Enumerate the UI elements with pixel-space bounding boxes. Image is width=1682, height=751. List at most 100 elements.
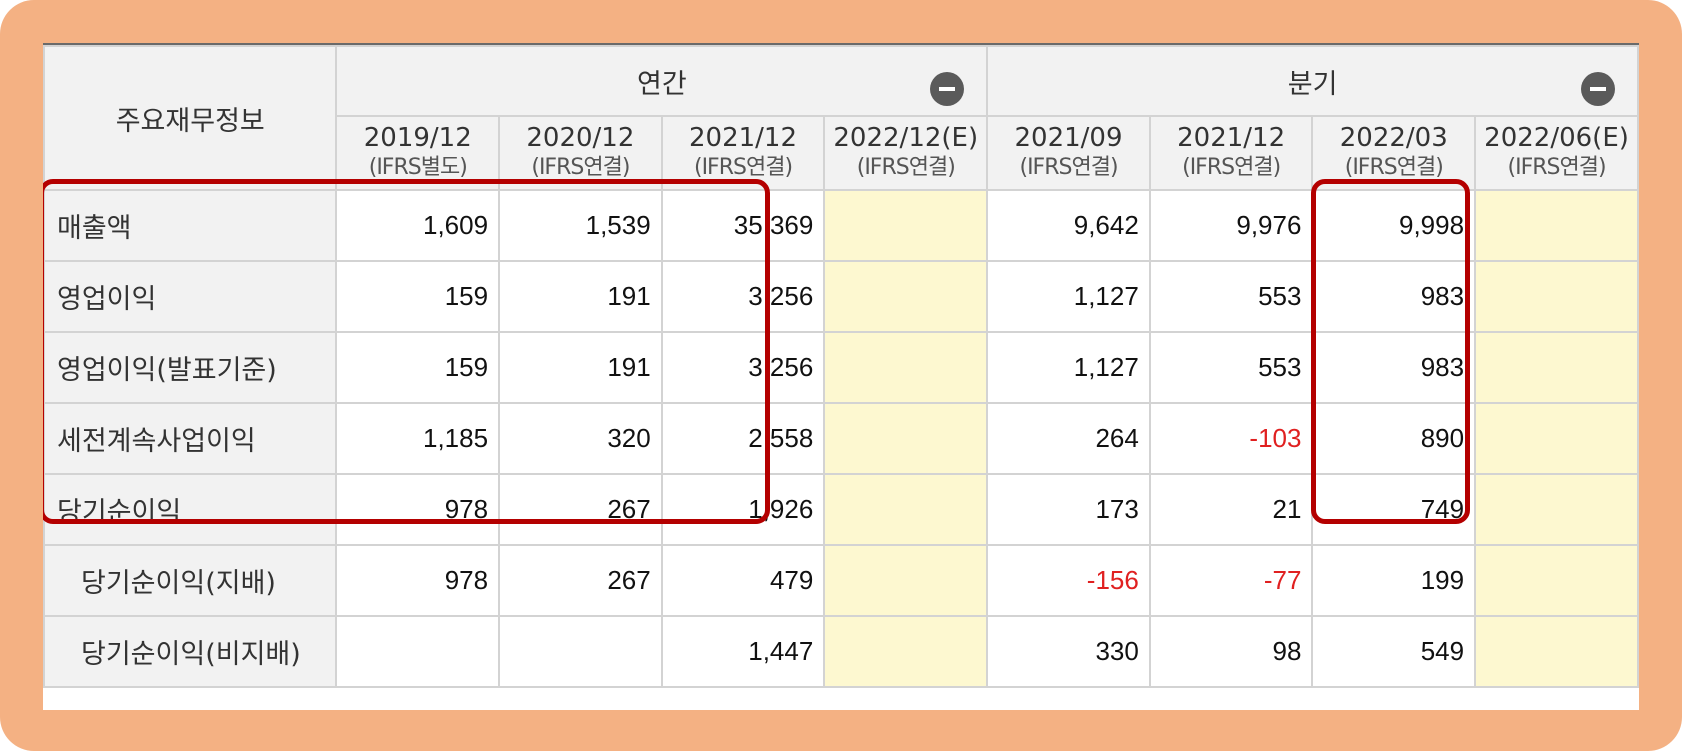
group-label: 연간 bbox=[636, 68, 687, 100]
value-cell bbox=[823, 544, 989, 617]
period-date: 2019/12 bbox=[363, 123, 472, 153]
value-cell bbox=[1474, 260, 1639, 333]
value-cell bbox=[1474, 331, 1639, 404]
period-header: 2021/12 (IFRS연결) bbox=[660, 115, 826, 191]
period-header: 2021/12 (IFRS연결) bbox=[1148, 115, 1314, 191]
value-cell bbox=[823, 615, 989, 688]
period-date: 2021/09 bbox=[1014, 123, 1123, 153]
value-cell: 9,998 bbox=[1311, 189, 1477, 262]
value-cell: -77 bbox=[1148, 544, 1314, 617]
period-header: 2022/06(E) (IFRS연결) bbox=[1474, 115, 1639, 191]
value-cell: 9,642 bbox=[986, 189, 1151, 262]
period-basis: (IFRS별도) bbox=[368, 155, 468, 180]
value-cell bbox=[1474, 402, 1639, 475]
row-label: 매출액 bbox=[43, 189, 338, 262]
value-cell: 553 bbox=[1148, 260, 1314, 333]
value-cell: 749 bbox=[1311, 473, 1477, 546]
value-cell: 553 bbox=[1148, 331, 1314, 404]
value-cell: 890 bbox=[1311, 402, 1477, 475]
table-row: 세전계속사업이익 1,185 320 2,558 264 -103 890 bbox=[43, 402, 1639, 475]
table-row: 영업이익 159 191 3,256 1,127 553 983 bbox=[43, 260, 1639, 333]
value-cell: 3,256 bbox=[660, 260, 826, 333]
value-cell: 983 bbox=[1311, 331, 1477, 404]
period-header: 2021/09 (IFRS연결) bbox=[986, 115, 1151, 191]
value-cell: 983 bbox=[1311, 260, 1477, 333]
value-cell: 35,369 bbox=[660, 189, 826, 262]
value-cell: 1,127 bbox=[986, 331, 1151, 404]
period-header: 2022/03 (IFRS연결) bbox=[1311, 115, 1477, 191]
value-cell: 3,256 bbox=[660, 331, 826, 404]
value-cell: 1,185 bbox=[335, 402, 501, 475]
row-label: 당기순이익(지배) bbox=[43, 544, 338, 617]
value-cell: 159 bbox=[335, 260, 501, 333]
value-cell: -156 bbox=[986, 544, 1151, 617]
period-basis: (IFRS연결) bbox=[1344, 155, 1444, 180]
period-basis: (IFRS연결) bbox=[1182, 155, 1281, 180]
table-row: 당기순이익 978 267 1,926 173 21 749 bbox=[43, 473, 1639, 546]
value-cell: 21 bbox=[1148, 473, 1314, 546]
period-basis: (IFRS연결) bbox=[531, 155, 630, 180]
group-annual: 연간 bbox=[335, 45, 989, 117]
value-cell: 1,447 bbox=[660, 615, 826, 688]
period-basis: (IFRS연결) bbox=[1019, 155, 1118, 180]
table-row: 영업이익(발표기준) 159 191 3,256 1,127 553 983 bbox=[43, 331, 1639, 404]
value-cell: 9,976 bbox=[1148, 189, 1314, 262]
value-cell: 98 bbox=[1148, 615, 1314, 688]
value-cell bbox=[823, 473, 989, 546]
period-date: 2022/06(E) bbox=[1484, 123, 1629, 153]
value-cell bbox=[335, 615, 501, 688]
value-cell bbox=[823, 189, 989, 262]
period-basis: (IFRS연결) bbox=[856, 155, 956, 180]
period-date: 2022/12(E) bbox=[833, 123, 979, 153]
period-basis: (IFRS연결) bbox=[1507, 155, 1607, 180]
financial-table-panel: 주요재무정보 연간 분기 2019/12 (IFRS별도) 2020/12 (IFRS… bbox=[43, 43, 1639, 710]
period-date: 2020/12 bbox=[526, 123, 635, 153]
period-header: 2019/12 (IFRS별도) bbox=[335, 115, 501, 191]
value-cell: 1,539 bbox=[498, 189, 663, 262]
period-header: 2022/12(E) (IFRS연결) bbox=[823, 115, 989, 191]
period-date: 2021/12 bbox=[1177, 123, 1286, 153]
value-cell bbox=[1474, 473, 1639, 546]
value-cell bbox=[498, 615, 663, 688]
row-label: 세전계속사업이익 bbox=[43, 402, 338, 475]
row-label: 영업이익(발표기준) bbox=[43, 331, 338, 404]
value-cell: 1,127 bbox=[986, 260, 1151, 333]
value-cell bbox=[1474, 189, 1639, 262]
financial-table: 주요재무정보 연간 분기 2019/12 (IFRS별도) 2020/12 (IFRS… bbox=[43, 45, 1639, 688]
value-cell: 978 bbox=[335, 473, 501, 546]
value-cell bbox=[823, 402, 989, 475]
period-date: 2021/12 bbox=[689, 123, 798, 153]
value-cell: 330 bbox=[986, 615, 1151, 688]
row-label: 당기순이익 bbox=[43, 473, 338, 546]
value-cell: 479 bbox=[660, 544, 826, 617]
value-cell: 320 bbox=[498, 402, 663, 475]
value-cell: 191 bbox=[498, 260, 663, 333]
table-row: 당기순이익(지배) 978 267 479 -156 -77 199 bbox=[43, 544, 1639, 617]
collapse-quarterly-icon[interactable] bbox=[1581, 72, 1615, 106]
period-date: 2022/03 bbox=[1339, 123, 1448, 153]
period-basis: (IFRS연결) bbox=[693, 155, 793, 180]
value-cell: 267 bbox=[498, 473, 663, 546]
value-cell: 264 bbox=[986, 402, 1151, 475]
row-label: 영업이익 bbox=[43, 260, 338, 333]
value-cell: 1,926 bbox=[660, 473, 826, 546]
value-cell: 549 bbox=[1311, 615, 1477, 688]
value-cell: 978 bbox=[335, 544, 501, 617]
value-cell: 1,609 bbox=[335, 189, 501, 262]
value-cell: 199 bbox=[1311, 544, 1477, 617]
collapse-annual-icon[interactable] bbox=[930, 72, 965, 106]
group-quarterly: 분기 bbox=[986, 45, 1639, 117]
value-cell: 173 bbox=[986, 473, 1151, 546]
value-cell: 159 bbox=[335, 331, 501, 404]
period-header: 2020/12 (IFRS연결) bbox=[498, 115, 663, 191]
value-cell bbox=[1474, 544, 1639, 617]
row-label: 당기순이익(비지배) bbox=[43, 615, 338, 688]
table-row: 매출액 1,609 1,539 35,369 9,642 9,976 9,998 bbox=[43, 189, 1639, 262]
value-cell: -103 bbox=[1148, 402, 1314, 475]
table-title: 주요재무정보 bbox=[43, 45, 338, 191]
value-cell: 267 bbox=[498, 544, 663, 617]
value-cell bbox=[1474, 615, 1639, 688]
value-cell: 2,558 bbox=[660, 402, 826, 475]
value-cell bbox=[823, 331, 989, 404]
value-cell: 191 bbox=[498, 331, 663, 404]
